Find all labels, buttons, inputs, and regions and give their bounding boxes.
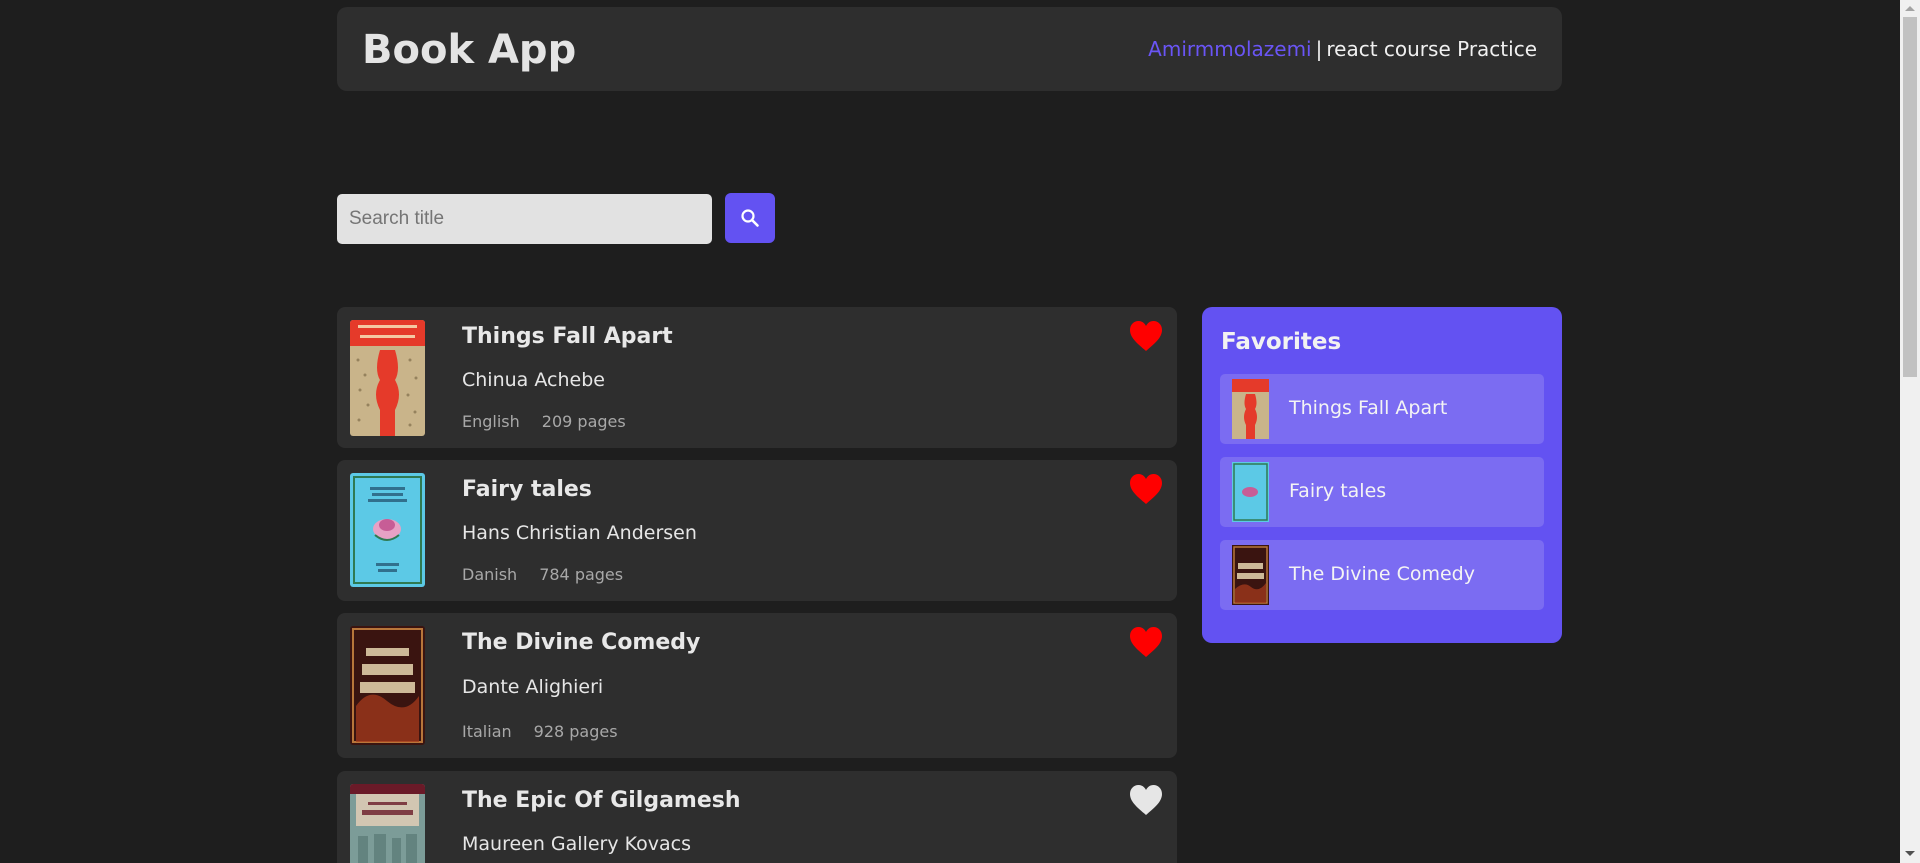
favorite-thumbnail xyxy=(1232,545,1269,605)
favorites-panel: Favorites Things Fall Apart Fairy tales xyxy=(1202,307,1562,643)
scroll-down-arrow-icon[interactable] xyxy=(1905,851,1915,856)
book-language: Italian xyxy=(462,722,512,741)
book-meta: English 209 pages xyxy=(462,412,626,431)
favorite-label: The Divine Comedy xyxy=(1289,563,1475,585)
favorite-toggle-button[interactable] xyxy=(1129,626,1163,658)
favorite-label: Fairy tales xyxy=(1289,480,1387,502)
book-cover xyxy=(350,626,425,745)
search-button[interactable] xyxy=(725,193,775,243)
book-author: Chinua Achebe xyxy=(462,369,605,391)
book-card: The Divine Comedy Dante Alighieri Italia… xyxy=(337,613,1177,758)
book-card: Things Fall Apart Chinua Achebe English 2… xyxy=(337,307,1177,448)
favorites-heading: Favorites xyxy=(1221,329,1342,355)
author-link[interactable]: Amirmmolazemi xyxy=(1148,37,1311,61)
book-title: Fairy tales xyxy=(462,477,592,502)
favorite-thumbnail xyxy=(1232,462,1269,522)
favorite-toggle-button[interactable] xyxy=(1129,473,1163,505)
vertical-scrollbar[interactable] xyxy=(1900,0,1920,863)
book-title: Things Fall Apart xyxy=(462,324,673,349)
favorite-item[interactable]: The Divine Comedy xyxy=(1220,540,1544,610)
favorite-item[interactable]: Things Fall Apart xyxy=(1220,374,1544,444)
book-pages: 928 pages xyxy=(533,722,618,741)
book-author: Dante Alighieri xyxy=(462,676,604,698)
book-card: The Epic Of Gilgamesh Maureen Gallery Ko… xyxy=(337,771,1177,863)
heart-filled-icon xyxy=(1130,321,1162,351)
book-author: Hans Christian Andersen xyxy=(462,522,697,544)
header-credits: Amirmmolazemi | react course Practice xyxy=(1148,37,1537,61)
favorite-thumbnail xyxy=(1232,379,1269,439)
favorite-toggle-button[interactable] xyxy=(1129,320,1163,352)
book-pages: 784 pages xyxy=(539,565,624,584)
heart-filled-icon xyxy=(1130,474,1162,504)
book-author: Maureen Gallery Kovacs xyxy=(462,833,692,855)
favorite-item[interactable]: Fairy tales xyxy=(1220,457,1544,527)
heart-icon xyxy=(1130,785,1162,815)
heart-filled-icon xyxy=(1130,627,1162,657)
book-title: The Epic Of Gilgamesh xyxy=(462,788,741,813)
app-title: Book App xyxy=(362,27,577,73)
header-separator: | xyxy=(1315,37,1323,61)
book-cover xyxy=(350,320,425,436)
page: Book App Amirmmolazemi | react course Prac… xyxy=(0,0,1920,863)
book-pages: 209 pages xyxy=(541,412,626,431)
book-cover xyxy=(350,473,425,587)
book-language: English xyxy=(462,412,520,431)
favorite-label: Things Fall Apart xyxy=(1289,397,1448,419)
book-meta: Italian 928 pages xyxy=(462,722,618,741)
favorite-toggle-button[interactable] xyxy=(1129,784,1163,816)
search-input[interactable] xyxy=(337,194,712,244)
book-meta: Danish 784 pages xyxy=(462,565,623,584)
scroll-up-arrow-icon[interactable] xyxy=(1905,6,1915,11)
search-icon xyxy=(741,209,759,227)
app-header: Book App Amirmmolazemi | react course Prac… xyxy=(337,7,1562,91)
book-title: The Divine Comedy xyxy=(462,630,701,655)
header-subtitle: react course Practice xyxy=(1326,37,1537,61)
book-card: Fairy tales Hans Christian Andersen Dani… xyxy=(337,460,1177,601)
scroll-thumb[interactable] xyxy=(1903,17,1917,377)
book-cover xyxy=(350,784,425,863)
book-language: Danish xyxy=(462,565,518,584)
